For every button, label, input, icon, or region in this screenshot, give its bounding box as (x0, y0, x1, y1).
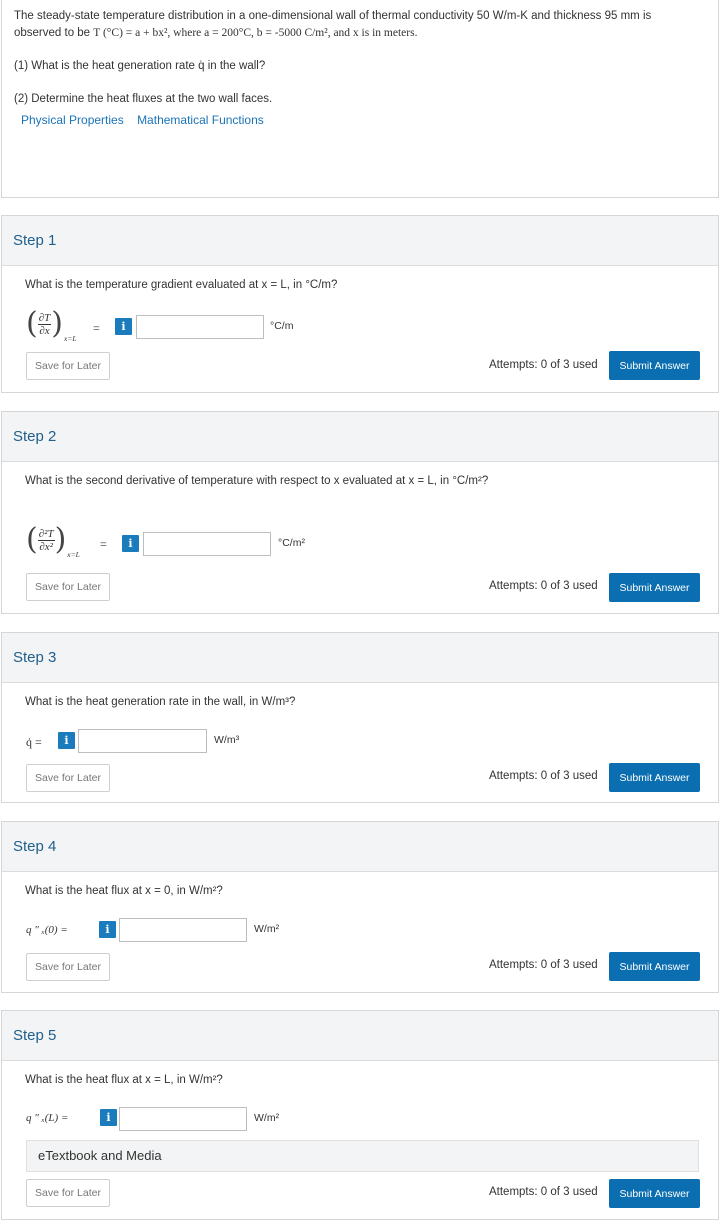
step-2-answer-input[interactable] (143, 532, 271, 556)
step-5-answer-input[interactable] (119, 1107, 247, 1131)
step-3-card: Step 3 What is the heat generation rate … (1, 632, 719, 803)
step-4-header: Step 4 (2, 822, 718, 872)
step-1-answer-input[interactable] (136, 315, 264, 339)
step-1-subscript: x=L (64, 334, 77, 344)
step-2-numerator: ∂²T (37, 527, 55, 541)
resource-links: Physical Properties Mathematical Functio… (21, 113, 274, 127)
step-3-title: Step 3 (13, 649, 57, 666)
step-4-submit-button[interactable]: Submit Answer (609, 952, 700, 981)
step-5-card: Step 5 What is the heat flux at x = L, i… (1, 1010, 719, 1220)
step-3-lhs: q̇ = (26, 735, 42, 749)
step-2-title: Step 2 (13, 428, 57, 445)
step-1-submit-button[interactable]: Submit Answer (609, 351, 700, 380)
step-2-header: Step 2 (2, 412, 718, 462)
step-2-denominator: ∂x² (39, 540, 53, 553)
step-4-question: What is the heat flux at x = 0, in W/m²? (25, 885, 223, 897)
info-icon[interactable]: i (58, 732, 75, 749)
question-1: (1) What is the heat generation rate q̇ … (14, 60, 266, 72)
step-1-card: Step 1 What is the temperature gradient … (1, 215, 719, 393)
info-icon[interactable]: i (99, 921, 116, 938)
step-2-question: What is the second derivative of tempera… (25, 475, 489, 487)
step-1-title: Step 1 (13, 232, 57, 249)
problem-card: The steady-state temperature distributio… (1, 0, 719, 198)
step-3-question: What is the heat generation rate in the … (25, 696, 296, 708)
step-1-save-button[interactable]: Save for Later (26, 352, 110, 380)
step-5-title: Step 5 (13, 1027, 57, 1044)
step-3-attempts: Attempts: 0 of 3 used (489, 770, 598, 782)
step-2-submit-button[interactable]: Submit Answer (609, 573, 700, 602)
step-2-subscript: x=L (67, 550, 80, 560)
step-2-attempts: Attempts: 0 of 3 used (489, 580, 598, 592)
etextbook-media-button[interactable]: eTextbook and Media (26, 1140, 699, 1172)
info-icon[interactable]: i (115, 318, 132, 335)
problem-text-line2: observed to be T (°C) = a + bx², where a… (14, 25, 417, 42)
step-5-save-button[interactable]: Save for Later (26, 1179, 110, 1207)
physical-properties-link[interactable]: Physical Properties (21, 113, 124, 127)
step-1-numerator: ∂T (37, 311, 52, 325)
info-icon[interactable]: i (100, 1109, 117, 1126)
step-2-card: Step 2 What is the second derivative of … (1, 411, 719, 614)
question-2: (2) Determine the heat fluxes at the two… (14, 93, 273, 105)
step-2-derivative-expression: (∂²T ∂x²)x=L (26, 522, 80, 560)
step-4-lhs: q " ₓ(0) = (26, 924, 68, 936)
step-1-equals: = (93, 321, 100, 335)
step-5-question: What is the heat flux at x = L, in W/m²? (25, 1074, 223, 1086)
step-5-lhs: q " ₓ(L) = (26, 1112, 69, 1124)
mathematical-functions-link[interactable]: Mathematical Functions (137, 113, 264, 127)
step-1-unit: °C/m (270, 320, 294, 332)
step-1-denominator: ∂x (39, 324, 50, 337)
step-4-save-button[interactable]: Save for Later (26, 953, 110, 981)
step-4-unit: W/m² (254, 923, 280, 935)
step-5-header: Step 5 (2, 1011, 718, 1061)
step-3-header: Step 3 (2, 633, 718, 683)
problem-text-line1: The steady-state temperature distributio… (14, 10, 652, 22)
step-2-save-button[interactable]: Save for Later (26, 573, 110, 601)
step-3-answer-input[interactable] (78, 729, 207, 753)
step-5-unit: W/m² (254, 1112, 280, 1124)
problem-text-prefix: observed to be (14, 27, 94, 39)
temperature-equation: T (°C) = a + bx², where a = 200°C, b = -… (93, 27, 418, 39)
step-3-unit: W/m³ (214, 734, 240, 746)
step-4-answer-input[interactable] (119, 918, 247, 942)
step-5-attempts: Attempts: 0 of 3 used (489, 1186, 598, 1198)
step-4-card: Step 4 What is the heat flux at x = 0, i… (1, 821, 719, 993)
step-1-header: Step 1 (2, 216, 718, 266)
step-4-attempts: Attempts: 0 of 3 used (489, 959, 598, 971)
step-3-submit-button[interactable]: Submit Answer (609, 763, 700, 792)
step-2-unit: °C/m² (278, 537, 305, 549)
step-3-save-button[interactable]: Save for Later (26, 764, 110, 792)
info-icon[interactable]: i (122, 535, 139, 552)
step-5-submit-button[interactable]: Submit Answer (609, 1179, 700, 1208)
step-1-attempts: Attempts: 0 of 3 used (489, 359, 598, 371)
step-4-title: Step 4 (13, 838, 57, 855)
step-1-question: What is the temperature gradient evaluat… (25, 279, 338, 291)
step-1-derivative-expression: (∂T ∂x)x=L (26, 306, 77, 344)
step-2-equals: = (100, 537, 107, 551)
